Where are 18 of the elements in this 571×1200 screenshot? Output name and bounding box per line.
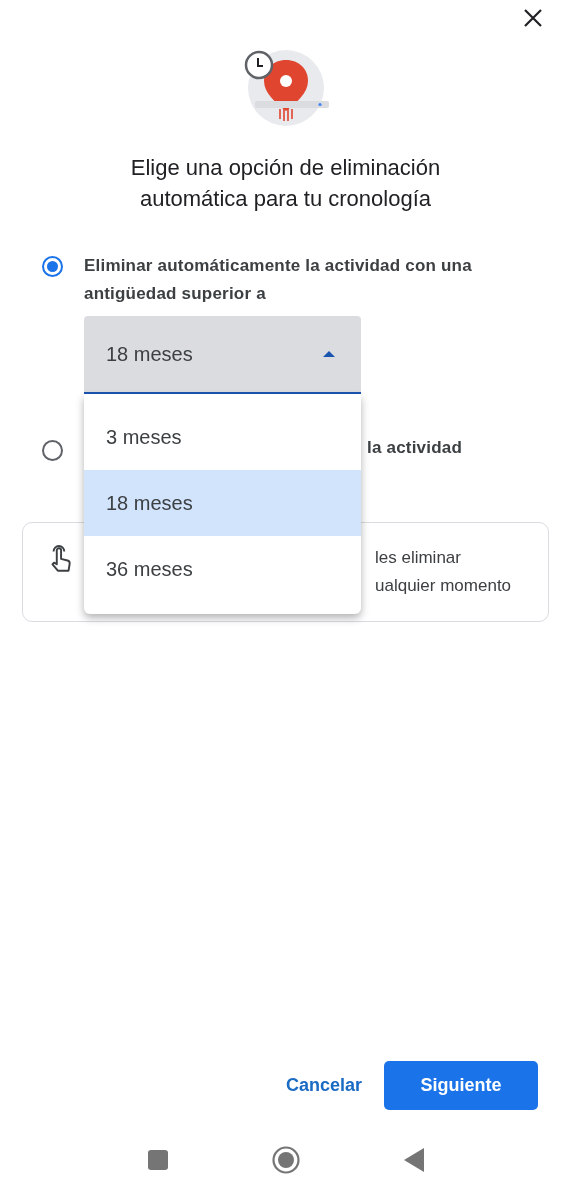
dropdown-field[interactable]: 18 meses bbox=[84, 316, 361, 394]
menu-item[interactable]: 18 meses bbox=[84, 470, 361, 536]
option-label: Eliminar automáticamente la actividad con una antigüedad superior a bbox=[84, 255, 473, 305]
radio-button[interactable] bbox=[42, 439, 63, 461]
dialog-title: Elige una opción de eliminación automática para tu cronología bbox=[129, 154, 442, 213]
cancel-button[interactable]: Cancelar bbox=[285, 1075, 362, 1096]
menu-item[interactable]: 3 meses bbox=[84, 404, 361, 470]
home-icon[interactable] bbox=[271, 1146, 300, 1174]
radio-button[interactable] bbox=[42, 256, 63, 277]
menu-item[interactable]: 36 meses bbox=[84, 536, 361, 602]
recents-icon[interactable] bbox=[147, 1150, 168, 1170]
info-text: ualquier momento bbox=[375, 575, 512, 597]
info-text: les eliminar bbox=[375, 547, 462, 569]
option-label: la actividad bbox=[367, 437, 462, 459]
back-icon[interactable] bbox=[403, 1148, 424, 1172]
next-button[interactable]: Siguiente bbox=[384, 1061, 538, 1110]
caret-icon bbox=[323, 351, 335, 357]
close-icon[interactable] bbox=[523, 8, 543, 28]
